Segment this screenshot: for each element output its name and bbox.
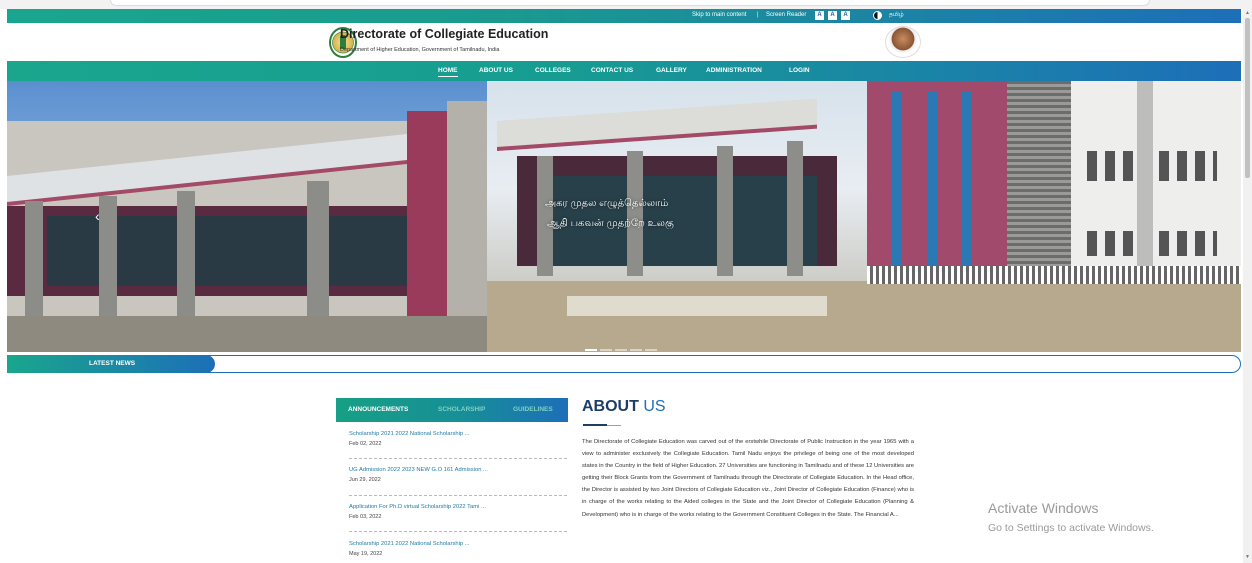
language-switch-link[interactable]: தமிழ் [889,12,904,19]
tab-guidelines[interactable]: GUIDELINES [513,406,553,413]
about-body-text: The Directorate of Collegiate Education … [582,439,914,518]
nav-colleges[interactable]: COLLEGES [535,67,571,74]
latest-news-label: LATEST NEWS [7,355,215,373]
nav-contact-us[interactable]: CONTACT US [591,67,633,74]
announcement-date: Feb 03, 2022 [349,514,382,520]
slider-dots [585,338,660,352]
slider-dot[interactable] [600,349,612,351]
about-heading-light: US [643,398,666,415]
slider-prev-arrow-icon[interactable]: ‹ [95,208,100,224]
screen-reader-link[interactable]: Screen Reader [766,12,806,18]
site-header: Directorate of Collegiate Education Depa… [7,23,1241,61]
scrollbar-thumb[interactable] [1245,18,1250,178]
slider-dot[interactable] [585,349,597,351]
announcement-divider [349,458,567,459]
slider-dot[interactable] [645,349,657,351]
slide-caption-line2: ஆதி பகவன் முதற்றே உலகு [547,218,674,229]
skip-to-main-link[interactable]: Skip to main content [692,12,746,18]
nav-login[interactable]: LOGIN [789,67,810,74]
announcement-tabs: ANNOUNCEMENTS SCHOLARSHIP GUIDELINES [336,398,568,422]
announcement-item[interactable]: Application For Ph.D virtual Scholarship… [349,504,567,520]
activate-windows-subtitle: Go to Settings to activate Windows. [988,522,1154,534]
about-heading-bold: ABOUT [582,398,639,415]
chief-minister-photo [885,26,921,58]
nav-gallery[interactable]: GALLERY [656,67,687,74]
font-increase-button[interactable]: A [841,11,850,20]
slide-photo-right [487,81,1241,352]
announcement-title[interactable]: Scholarship 2021 2022 National Scholarsh… [349,431,567,437]
about-underline-tail [607,425,621,426]
latest-news-ticker: LATEST NEWS [7,355,1241,373]
address-bar-edge [110,0,1150,6]
tab-announcements[interactable]: ANNOUNCEMENTS [348,406,408,413]
nav-about-us[interactable]: ABOUT US [479,67,513,74]
announcement-divider [349,531,567,532]
slider-dot[interactable] [615,349,627,351]
announcement-title[interactable]: UG Admission 2022 2023 NEW G.O 161 Admis… [349,467,567,473]
slide-photo-left [7,81,487,352]
scroll-up-arrow-icon[interactable]: ▲ [1244,10,1251,16]
announcement-divider [349,495,567,496]
scroll-down-arrow-icon[interactable]: ▼ [1244,554,1251,560]
page: Skip to main content | Screen Reader A A… [0,0,1252,563]
announcement-date: May 19, 2022 [349,551,383,557]
announcement-item[interactable]: Scholarship 2021 2022 National Scholarsh… [349,431,567,447]
font-normal-button[interactable]: A [828,11,837,20]
utility-divider: | [757,12,759,18]
slider-dot[interactable] [630,349,642,351]
activate-windows-title: Activate Windows [988,500,1099,516]
utility-bar: Skip to main content | Screen Reader A A… [7,9,1241,23]
contrast-toggle-icon[interactable] [873,11,882,20]
announcement-item[interactable]: Scholarship 2021 2022 National Scholarsh… [349,541,567,557]
tab-scholarship[interactable]: SCHOLARSHIP [438,406,485,413]
about-heading: ABOUT US [582,398,666,416]
hero-slider[interactable]: ‹ அகர முதல எழுத்தெல்லாம் ஆதி பகவன் முதற்… [7,81,1241,352]
announcement-item[interactable]: UG Admission 2022 2023 NEW G.O 161 Admis… [349,467,567,483]
nav-home[interactable]: HOME [438,67,458,77]
slide-caption-line1: அகர முதல எழுத்தெல்லாம் [545,198,669,209]
about-underline [583,424,607,426]
site-subtitle: Department of Higher Education, Governme… [340,47,500,53]
font-decrease-button[interactable]: A [815,11,824,20]
site-title[interactable]: Directorate of Collegiate Education [340,27,548,41]
nav-administration[interactable]: ADMINISTRATION [706,67,762,74]
announcement-date: Feb 02, 2022 [349,441,382,447]
main-nav: HOME ABOUT US COLLEGES CONTACT US GALLER… [7,61,1241,81]
announcement-title[interactable]: Scholarship 2021 2022 National Scholarsh… [349,541,567,547]
announcement-title[interactable]: Application For Ph.D virtual Scholarship… [349,504,567,510]
announcement-date: Jun 29, 2022 [349,477,381,483]
